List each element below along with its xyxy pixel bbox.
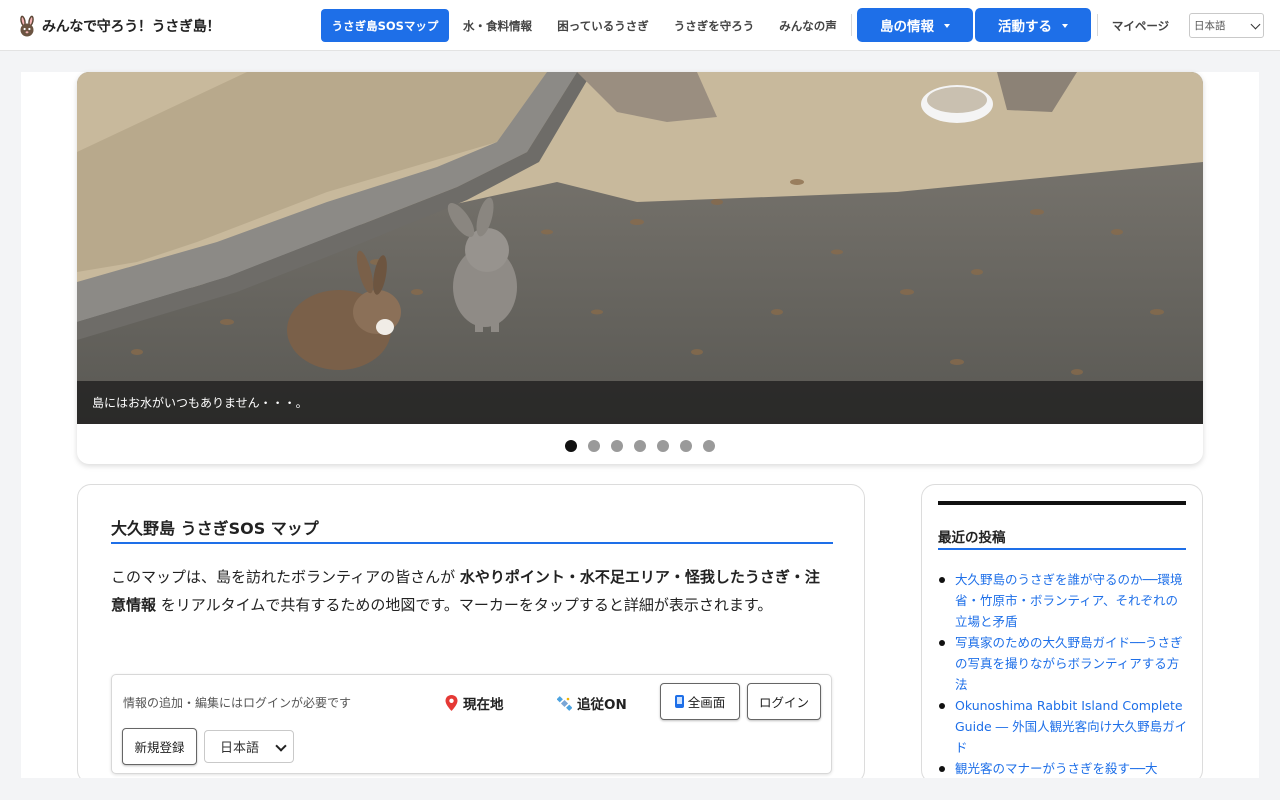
dropdown-island-info[interactable]: 島の情報	[857, 8, 973, 42]
main-content-card: 大久野島 うさぎSOS マップ このマップは、島を訪れたボランティアの皆さんが …	[77, 484, 865, 784]
slider-dot[interactable]	[611, 440, 623, 452]
chevron-down-icon	[275, 740, 287, 752]
fullscreen-button[interactable]: 全画面	[660, 683, 740, 720]
recent-posts-list: 大久野島のうさぎを誰が守るのか──環境省・竹原市・ボランティア、それぞれの立場と…	[938, 569, 1188, 779]
slider-dot[interactable]	[634, 440, 646, 452]
site-title: みんなで守ろう！うさぎ島！	[42, 19, 221, 35]
nav-divider	[851, 14, 852, 36]
page-title: 大久野島 うさぎSOS マップ	[111, 515, 833, 544]
intro-text-1: このマップは、島を訪れたボランティアの皆さんが	[111, 568, 460, 586]
login-required-note: 情報の追加・編集にはログインが必要です	[123, 696, 352, 710]
fullscreen-label: 全画面	[687, 695, 726, 710]
chevron-down-icon	[1250, 19, 1261, 30]
site-header: みんなで守ろう！うさぎ島！ うさぎ島SOSマップ 水・食料情報 困っているうさぎ…	[0, 0, 1280, 51]
nav-rabbits-in-trouble[interactable]: 困っているうさぎ	[548, 9, 658, 42]
sidebar-top-rule	[938, 501, 1186, 505]
slider-pagination	[77, 440, 1203, 452]
language-select[interactable]: 日本語	[1189, 13, 1264, 38]
nav-voices[interactable]: みんなの声	[770, 9, 846, 42]
site-logo[interactable]: みんなで守ろう！うさぎ島！	[16, 14, 220, 38]
map-pin-icon	[445, 695, 458, 711]
rabbit-logo-icon	[20, 15, 34, 37]
nav-water-food[interactable]: 水・食料情報	[455, 9, 540, 42]
caret-down-icon	[944, 23, 950, 28]
satellite-icon	[557, 695, 572, 711]
hero-slider[interactable]: 島にはお水がいつもありません・・・。	[77, 72, 1203, 464]
mobile-phone-icon	[674, 695, 684, 708]
intro-paragraph: このマップは、島を訪れたボランティアの皆さんが 水やりポイント・水不足エリア・怪…	[111, 563, 833, 619]
nav-sos-map[interactable]: うさぎ島SOSマップ	[321, 9, 449, 42]
login-button[interactable]: ログイン	[747, 683, 821, 720]
dropdown-island-info-label: 島の情報	[880, 19, 934, 35]
slider-dot[interactable]	[565, 440, 577, 452]
locate-label: 現在地	[463, 697, 504, 713]
locate-button[interactable]: 現在地	[445, 693, 504, 713]
recent-post-link[interactable]: 大久野島のうさぎを誰が守るのか──環境省・竹原市・ボランティア、それぞれの立場と…	[938, 569, 1188, 632]
language-select-value: 日本語	[1194, 20, 1226, 32]
recent-post-link[interactable]: Okunoshima Rabbit Island Complete Guide …	[938, 695, 1188, 758]
register-button[interactable]: 新規登録	[122, 728, 197, 765]
dropdown-activities-label: 活動する	[998, 19, 1052, 35]
sidebar-title: 最近の投稿	[938, 526, 1186, 550]
hero-slide-image	[77, 72, 1203, 424]
nav-mypage[interactable]: マイページ	[1103, 9, 1178, 42]
follow-label: 追従ON	[577, 697, 627, 713]
map-toolbar: 情報の追加・編集にはログインが必要です 現在地 追従ON 全画面 ログイン 新規…	[111, 674, 832, 774]
follow-toggle[interactable]: 追従ON	[557, 693, 627, 713]
slider-dot[interactable]	[703, 440, 715, 452]
sidebar-recent-posts: 最近の投稿 大久野島のうさぎを誰が守るのか──環境省・竹原市・ボランティア、それ…	[921, 484, 1203, 784]
slider-dot[interactable]	[657, 440, 669, 452]
slider-dot[interactable]	[588, 440, 600, 452]
page-bottom-background	[0, 778, 1280, 800]
nav-protect-rabbits[interactable]: うさぎを守ろう	[665, 9, 763, 42]
recent-post-link[interactable]: 観光客のマナーがうさぎを殺す──大	[938, 758, 1188, 779]
slider-dot[interactable]	[680, 440, 692, 452]
map-language-select[interactable]: 日本語	[204, 730, 294, 763]
slide-caption: 島にはお水がいつもありません・・・。	[77, 381, 1203, 424]
dropdown-activities[interactable]: 活動する	[975, 8, 1091, 42]
caret-down-icon	[1062, 23, 1068, 28]
intro-text-2: をリアルタイムで共有するための地図です。マーカーをタップすると詳細が表示されます…	[156, 596, 773, 614]
recent-post-link[interactable]: 写真家のための大久野島ガイド──うさぎの写真を撮りながらボランティアする方法	[938, 632, 1188, 695]
nav-divider	[1097, 14, 1098, 36]
map-language-value: 日本語	[220, 741, 260, 756]
rabbit-photo	[77, 72, 1203, 424]
